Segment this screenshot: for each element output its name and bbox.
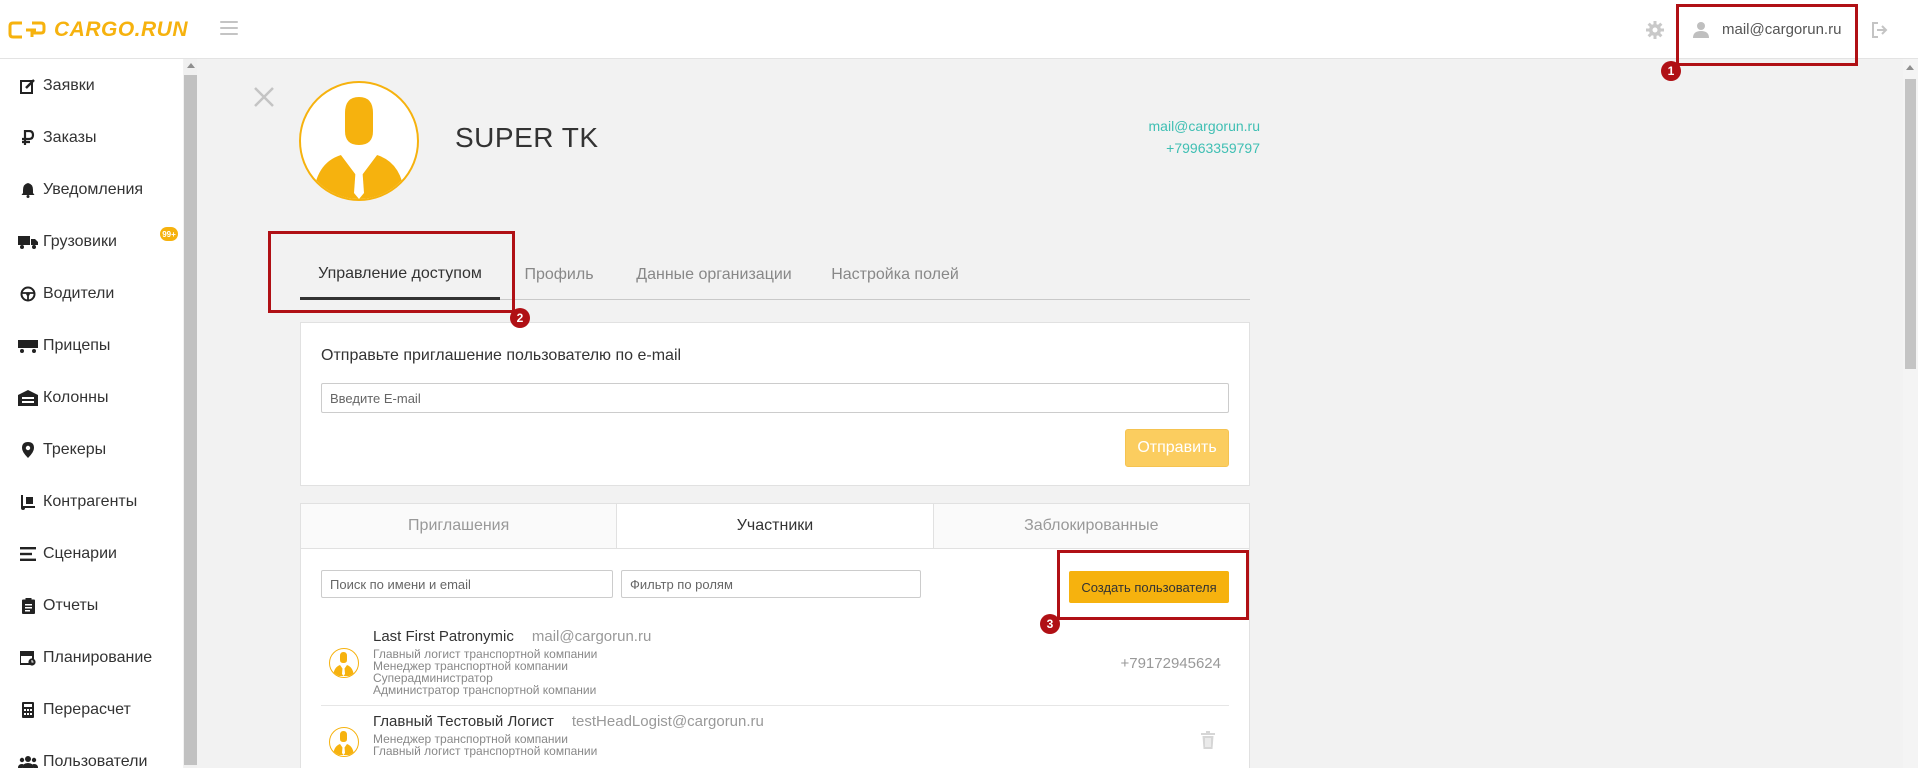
sidebar-item-requests[interactable]: Заявки (18, 74, 178, 98)
subtab-blocked[interactable]: Заблокированные (933, 504, 1249, 548)
sidebar-item-label: Контрагенты (43, 493, 138, 510)
edit-icon (18, 76, 38, 96)
contact-email[interactable]: mail@cargorun.ru (1000, 118, 1260, 134)
garage-icon (18, 388, 38, 408)
list-icon (18, 544, 38, 564)
sidebar-item-users[interactable]: Пользователи (18, 750, 178, 768)
sidebar-item-scenarios[interactable]: Сценарии (18, 542, 178, 566)
sidebar-item-label: Прицепы (43, 337, 111, 354)
sidebar-item-trackers[interactable]: Трекеры (18, 438, 178, 462)
truck-icon (18, 232, 38, 252)
members-card: Приглашения Участники Заблокированные Со… (300, 503, 1250, 768)
sidebar-item-label: Уведомления (43, 181, 144, 198)
main-scrollbar[interactable] (1903, 59, 1918, 768)
sidebar-item-label: Сценарии (43, 545, 117, 562)
logo[interactable]: CARGO.RUN (8, 18, 188, 42)
logout-icon[interactable] (1870, 20, 1890, 40)
sidebar-scrollbar[interactable] (184, 59, 197, 768)
highlight-box-access-tab (268, 231, 515, 313)
avatar (329, 648, 359, 678)
trailer-icon (18, 336, 38, 356)
sidebar-item-counterparties[interactable]: Контрагенты (18, 490, 178, 514)
member-role: Администратор транспортной компании (373, 683, 597, 697)
map-marker-icon (18, 440, 38, 460)
sidebar-item-reports[interactable]: Отчеты (18, 594, 178, 618)
role-filter-input[interactable] (621, 570, 921, 598)
highlight-box-user-menu (1676, 4, 1858, 66)
member-search-input[interactable] (321, 570, 613, 598)
invite-email-input[interactable] (321, 383, 1229, 413)
sidebar-item-trailers[interactable]: Прицепы (18, 334, 178, 358)
member-name[interactable]: Главный Тестовый Логист testHeadLogist@ca… (373, 713, 764, 730)
calculator-icon (18, 700, 38, 720)
table-row[interactable]: Главный Тестовый Логист testHeadLogist@ca… (321, 707, 1229, 768)
table-row[interactable]: Last First Patronymic mail@cargorun.ru Гл… (321, 622, 1229, 706)
member-name-text: Last First Patronymic (373, 628, 514, 645)
sidebar-item-notifications[interactable]: Уведомления (18, 178, 178, 202)
sidebar-item-orders[interactable]: Заказы (18, 126, 178, 150)
avatar (329, 727, 359, 757)
sidebar-item-label: Трекеры (43, 441, 107, 458)
sidebar: Заявки Заказы Уведомления 99+ Грузовики … (0, 59, 183, 768)
member-role: Главный логист транспортной компании (373, 744, 598, 758)
member-roles: Главный логист транспортной компании Мен… (373, 648, 597, 696)
users-icon (18, 752, 38, 768)
sidebar-item-label: Перерасчет (43, 701, 131, 718)
member-phone: +79172945624 (1120, 655, 1221, 672)
subtab-invitations[interactable]: Приглашения (301, 504, 618, 548)
send-invite-button[interactable]: Отправить (1125, 429, 1229, 467)
sidebar-item-label: Заказы (43, 129, 97, 146)
sidebar-item-label: Пользователи (43, 753, 148, 768)
bell-icon (18, 180, 38, 200)
sidebar-item-label: Водители (43, 285, 115, 302)
contact-phone[interactable]: +79963359797 (1000, 140, 1260, 156)
clipboard-icon (18, 596, 38, 616)
sidebar-item-label: Отчеты (43, 597, 99, 614)
tab-field-settings[interactable]: Настройка полей (820, 250, 970, 299)
logo-icon (8, 21, 46, 39)
annotation-marker-3: 3 (1040, 614, 1060, 634)
member-name-text: Главный Тестовый Логист (373, 713, 554, 730)
tab-profile[interactable]: Профиль (514, 250, 604, 299)
page-title: SUPER TK (455, 122, 599, 153)
sidebar-item-label: Заявки (43, 77, 95, 94)
member-roles: Менеджер транспортной компании Главный л… (373, 733, 597, 757)
member-name[interactable]: Last First Patronymic mail@cargorun.ru (373, 628, 651, 645)
logo-text: CARGO.RUN (54, 18, 188, 41)
member-email: mail@cargorun.ru (531, 628, 652, 645)
menu-toggle-icon[interactable] (220, 21, 238, 37)
members-subtabs: Приглашения Участники Заблокированные (301, 504, 1249, 549)
sidebar-item-label: Колонны (43, 389, 109, 406)
annotation-marker-2: 2 (510, 308, 530, 328)
close-icon[interactable] (252, 85, 276, 109)
steering-wheel-icon (18, 284, 38, 304)
invite-title: Отправьте приглашение пользователю по e-… (321, 347, 682, 364)
annotation-marker-1: 1 (1661, 61, 1681, 81)
gear-icon[interactable] (1645, 20, 1665, 40)
sidebar-item-label: Грузовики (43, 233, 117, 250)
sidebar-item-columns[interactable]: Колонны (18, 386, 178, 410)
sidebar-item-planning[interactable]: Планирование (18, 646, 178, 670)
ruble-icon (18, 128, 38, 148)
sidebar-item-label: Планирование (43, 649, 153, 666)
top-bar: CARGO.RUN mail@cargorun.ru (0, 0, 1918, 59)
avatar (299, 81, 419, 201)
invite-card: Отправьте приглашение пользователю по e-… (300, 322, 1250, 486)
tab-organization-data[interactable]: Данные организации (622, 250, 806, 299)
sidebar-item-trucks[interactable]: Грузовики (18, 230, 178, 254)
member-email: testHeadLogist@cargorun.ru (571, 713, 764, 730)
dolly-icon (18, 492, 38, 512)
sidebar-item-drivers[interactable]: Водители (18, 282, 178, 306)
subtab-participants[interactable]: Участники (617, 504, 934, 548)
calendar-icon (18, 648, 38, 668)
sidebar-item-recalculation[interactable]: Перерасчет (18, 698, 178, 722)
trash-icon[interactable] (1201, 731, 1215, 749)
highlight-box-create-user (1057, 550, 1249, 620)
